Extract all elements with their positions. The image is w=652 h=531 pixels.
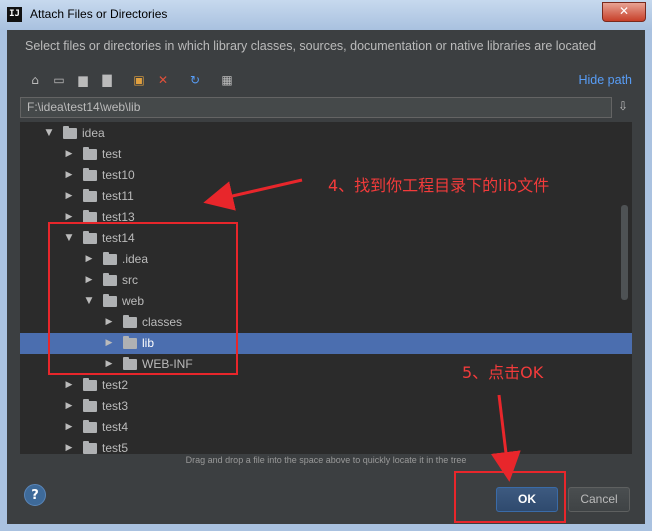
folder-icon: [83, 441, 97, 454]
collapsed-arrow-icon[interactable]: ▶: [64, 165, 74, 186]
help-button[interactable]: ?: [24, 484, 46, 506]
folder-icon: [83, 420, 97, 433]
drag-drop-hint: Drag and drop a file into the space abov…: [185, 455, 467, 465]
folder-icon: [83, 168, 97, 181]
tree-row[interactable]: ▶ test3: [20, 396, 632, 417]
hide-path-link[interactable]: Hide path: [578, 73, 632, 87]
tree-row-label: test2: [102, 378, 129, 392]
collapsed-arrow-icon[interactable]: ▶: [64, 186, 74, 207]
folder-icon: [83, 399, 97, 412]
highlight-box-test14: [48, 222, 238, 375]
annotation-step4: 4、找到你工程目录下的lib文件: [328, 176, 550, 195]
close-icon[interactable]: ✕: [602, 2, 646, 22]
folder-icon: [83, 378, 97, 391]
path-input[interactable]: F:\idea\test14\web\lib: [20, 97, 612, 118]
tree-row-label: test11: [102, 189, 134, 203]
desktop-icon[interactable]: ▭: [51, 72, 67, 88]
tree-row-label: test10: [102, 168, 135, 182]
collapsed-arrow-icon[interactable]: ▶: [64, 375, 74, 396]
cancel-button[interactable]: Cancel: [568, 487, 630, 512]
tree-row-label: idea: [82, 126, 105, 140]
tree-scrollbar[interactable]: [621, 205, 628, 300]
tree-row[interactable]: ▶ test: [20, 144, 632, 165]
folder-icon: [83, 147, 97, 160]
title-bar: IJ Attach Files or Directories ✕: [0, 0, 652, 31]
tree-row-label: test4: [102, 420, 129, 434]
tree-row[interactable]: ▶ test5: [20, 438, 632, 454]
tree-row-label: test5: [102, 441, 129, 454]
collapsed-arrow-icon[interactable]: ▶: [64, 144, 74, 165]
tree-row-label: test: [102, 147, 122, 161]
tree-row-label: test3: [102, 399, 129, 413]
project-icon[interactable]: ▆: [75, 72, 91, 88]
show-hidden-icon[interactable]: ▦: [219, 72, 235, 88]
highlight-box-ok: [454, 471, 566, 523]
dialog-description: Select files or directories in which lib…: [25, 39, 597, 53]
folder-icon: [63, 126, 77, 139]
tree-row[interactable]: ▶ test4: [20, 417, 632, 438]
intellij-app-icon: IJ: [7, 7, 22, 22]
window-title: Attach Files or Directories: [30, 7, 168, 21]
expanded-arrow-icon[interactable]: ▼: [44, 123, 54, 144]
folder-icon: [83, 189, 97, 202]
new-folder-icon[interactable]: ▣: [131, 72, 147, 88]
home-icon[interactable]: ⌂: [27, 72, 43, 88]
collapsed-arrow-icon[interactable]: ▶: [64, 438, 74, 454]
module-icon[interactable]: ▇: [99, 72, 115, 88]
tree-row[interactable]: ▼ idea: [20, 123, 632, 144]
delete-icon[interactable]: ✕: [155, 72, 171, 88]
collapsed-arrow-icon[interactable]: ▶: [64, 417, 74, 438]
path-history-icon[interactable]: ⇩: [616, 99, 630, 115]
collapsed-arrow-icon[interactable]: ▶: [64, 396, 74, 417]
refresh-icon[interactable]: ↻: [187, 72, 203, 88]
annotation-step5: 5、点击OK: [462, 363, 544, 382]
